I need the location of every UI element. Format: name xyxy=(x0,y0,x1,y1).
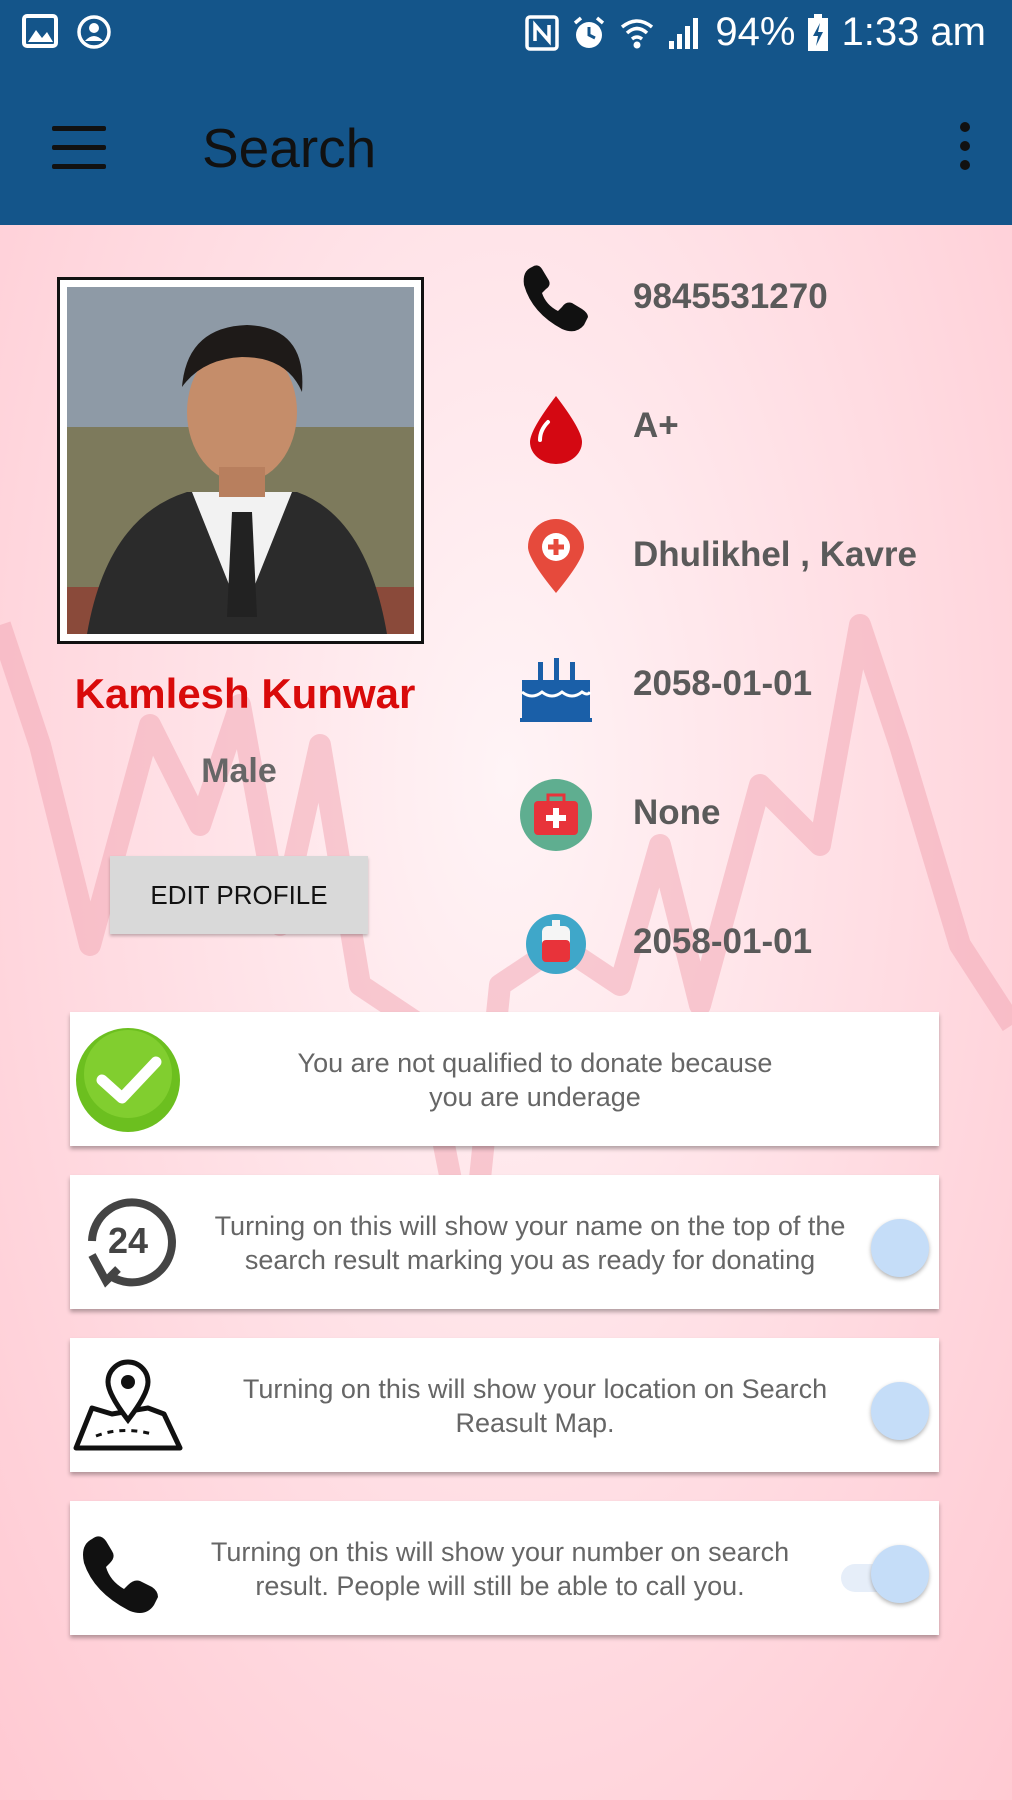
profile-content: Kamlesh Kunwar Male EDIT PROFILE 9845531… xyxy=(0,225,1012,1800)
map-location-icon xyxy=(73,1359,183,1451)
battery-percent: 94% xyxy=(715,10,796,54)
birthday-cake-icon xyxy=(520,658,592,722)
blood-bag-icon xyxy=(526,914,586,974)
menu-icon[interactable] xyxy=(52,126,106,170)
page-title: Search xyxy=(202,117,377,179)
account-icon xyxy=(77,15,111,49)
app-bar: Search xyxy=(0,68,1012,225)
avatar xyxy=(67,287,414,634)
user-gender: Male xyxy=(201,752,277,790)
ready-to-donate-card: 24 Turning on this will show your name o… xyxy=(70,1175,939,1309)
birth-date-value: 2058-01-01 xyxy=(633,664,813,703)
blood-group-row: A+ xyxy=(518,378,988,478)
system-icons: 94% 1:33 am xyxy=(525,10,986,55)
location-pin-icon xyxy=(528,519,584,593)
address-value: Dhulikhel , Kavre xyxy=(633,535,917,574)
medical-row: None xyxy=(518,765,988,865)
more-options-icon[interactable] xyxy=(958,122,972,170)
phone-value: 9845531270 xyxy=(633,277,828,316)
ready-to-donate-text: Turning on this will show your name on t… xyxy=(214,1211,846,1275)
profile-photo[interactable] xyxy=(57,277,424,644)
battery-charging-icon xyxy=(808,13,829,51)
show-location-toggle[interactable] xyxy=(871,1382,931,1442)
signal-icon xyxy=(669,17,699,49)
blood-group-value: A+ xyxy=(633,406,679,445)
alarm-icon xyxy=(574,16,605,48)
svg-text:24: 24 xyxy=(108,1220,148,1261)
eligibility-card: You are not qualified to donate because … xyxy=(70,1012,939,1146)
show-number-text: Turning on this will show your number on… xyxy=(210,1537,790,1601)
gallery-icon xyxy=(22,14,58,48)
blood-drop-icon xyxy=(530,396,582,464)
notification-icons xyxy=(22,14,112,50)
show-number-toggle[interactable] xyxy=(841,1545,931,1605)
show-location-card: Turning on this will show your location … xyxy=(70,1338,939,1472)
medical-condition-value: None xyxy=(633,793,721,832)
status-bar: 94% 1:33 am xyxy=(0,0,1012,68)
24-hours-icon: 24 xyxy=(88,1198,176,1288)
edit-profile-button[interactable]: EDIT PROFILE xyxy=(110,856,368,934)
birth-date-row: 2058-01-01 xyxy=(518,636,988,736)
check-icon xyxy=(76,1028,180,1132)
eligibility-message: You are not qualified to donate because … xyxy=(297,1048,773,1112)
nfc-icon xyxy=(525,14,560,51)
phone-icon xyxy=(523,265,588,332)
clock: 1:33 am xyxy=(841,10,986,54)
last-donation-value: 2058-01-01 xyxy=(633,922,813,961)
phone-row: 9845531270 xyxy=(518,249,988,349)
phone-icon xyxy=(83,1536,158,1613)
user-name: Kamlesh Kunwar xyxy=(74,670,416,717)
ready-to-donate-toggle[interactable] xyxy=(871,1219,931,1279)
wifi-icon xyxy=(621,18,654,48)
address-row: Dhulikhel , Kavre xyxy=(518,507,988,607)
last-donation-row: 2058-01-01 xyxy=(518,894,988,994)
show-location-text: Turning on this will show your location … xyxy=(242,1374,828,1438)
show-number-card: Turning on this will show your number on… xyxy=(70,1501,939,1635)
medical-kit-icon xyxy=(520,779,592,851)
